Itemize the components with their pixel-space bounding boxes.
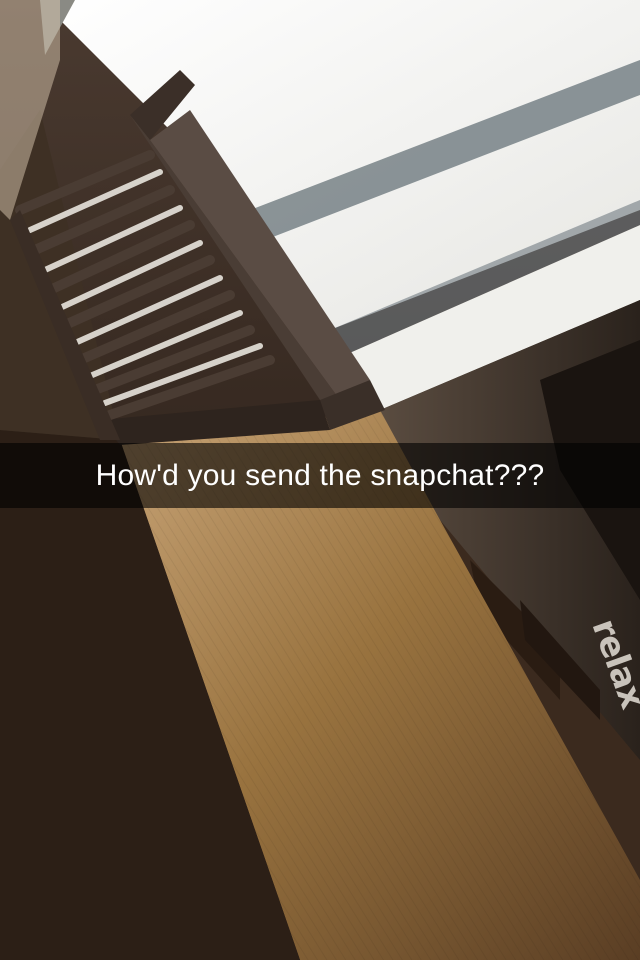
caption-text: How'd you send the snapchat??? (95, 458, 545, 492)
snap-view[interactable]: relax How'd you send the snapchat??? (0, 0, 640, 960)
caption-bar: How'd you send the snapchat??? (0, 443, 640, 508)
